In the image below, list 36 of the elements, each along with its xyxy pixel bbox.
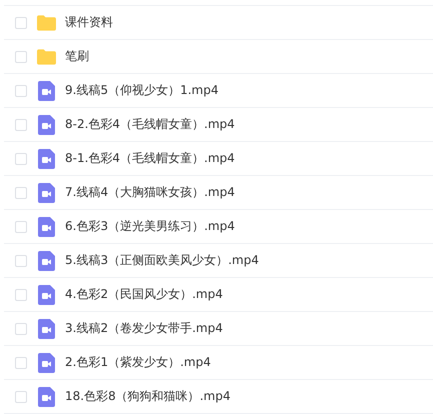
file-name[interactable]: 8-2.色彩4（毛线帽女童）.mp4 [65,116,235,133]
file-name[interactable]: 9.线稿5（仰视少女）1.mp4 [65,82,218,99]
folder-icon [37,48,56,64]
checkbox[interactable] [15,390,27,402]
checkbox[interactable] [15,16,27,28]
video-file-icon [38,182,55,202]
file-name[interactable]: 课件资料 [65,14,113,31]
file-name[interactable]: 笔刷 [65,48,89,65]
file-name[interactable]: 7.线稿4（大胸猫咪女孩）.mp4 [65,184,235,201]
file-name[interactable]: 18.色彩8（狗狗和猫咪）.mp4 [65,388,230,405]
folder-icon [37,14,56,30]
video-file-icon [38,80,55,100]
video-file-icon [38,148,55,168]
checkbox[interactable] [15,84,27,96]
video-file-icon [38,318,55,338]
video-file-icon [38,250,55,270]
video-file-icon [38,284,55,304]
video-file-icon [38,352,55,372]
video-file-icon [38,216,55,236]
checkbox[interactable] [15,50,27,62]
checkbox[interactable] [15,356,27,368]
file-name[interactable]: 4.色彩2（民国风少女）.mp4 [65,286,223,303]
file-name[interactable]: 3.线稿2（卷发少女带手.mp4 [65,320,223,337]
checkbox[interactable] [15,254,27,266]
checkbox[interactable] [15,118,27,130]
file-name[interactable]: 5.线稿3（正侧面欧美风少女）.mp4 [65,252,259,269]
checkbox[interactable] [15,186,27,198]
checkbox[interactable] [15,152,27,164]
checkbox[interactable] [15,288,27,300]
file-name[interactable]: 8-1.色彩4（毛线帽女童）.mp4 [65,150,235,167]
file-name[interactable]: 2.色彩1（紫发少女）.mp4 [65,354,211,371]
checkbox[interactable] [15,220,27,232]
video-file-icon [38,114,55,134]
video-file-icon [38,386,55,406]
checkbox[interactable] [15,322,27,334]
file-name[interactable]: 6.色彩3（逆光美男练习）.mp4 [65,218,235,235]
